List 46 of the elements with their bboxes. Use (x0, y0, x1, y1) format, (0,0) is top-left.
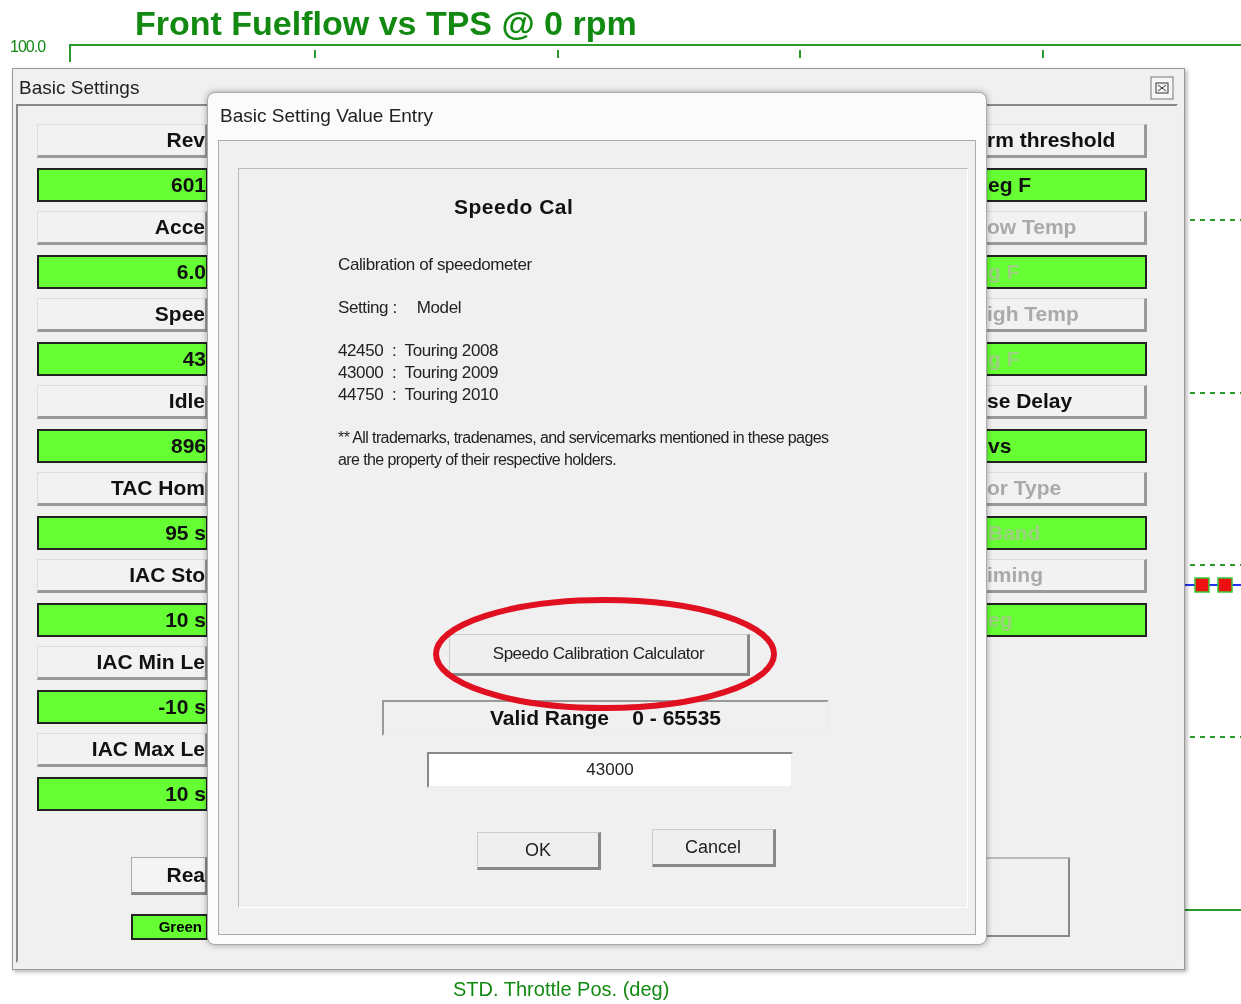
trademark-note: ** All trademarks, tradenames, and servicemarks mentioned in these pages are the property of their respective holders. (338, 428, 830, 470)
setting-value: 43 (37, 341, 208, 376)
setting-value: g F (984, 254, 1147, 289)
ok-button[interactable]: OK (477, 832, 601, 870)
close-icon[interactable] (1150, 75, 1174, 100)
setting-value: -10 s (37, 689, 208, 724)
setting-button[interactable]: Idle (37, 385, 208, 419)
setting-value: 10 s (37, 602, 208, 637)
setting-button[interactable]: IAC Sto (37, 559, 208, 593)
setting-button[interactable]: Spee (37, 298, 208, 332)
description-text: Calibration of speedometer (338, 254, 532, 276)
setting-name: Model (416, 297, 462, 319)
setting-value: g F (984, 341, 1147, 376)
dialog-title: Basic Setting Value Entry (219, 104, 434, 128)
calculator-button[interactable]: Speedo Calibration Calculator (449, 634, 750, 676)
setting-label: Setting : (338, 297, 397, 319)
setting-button[interactable]: Acce (37, 211, 208, 245)
setting-value: 896 (37, 428, 208, 463)
setting-button[interactable]: se Delay (984, 385, 1147, 419)
setting-value: vs (984, 428, 1147, 463)
valid-range-label: Valid Range 0 - 65535 (382, 700, 829, 736)
setting-value: eg F (984, 167, 1147, 202)
axis-label: 100.0 (10, 38, 46, 56)
cancel-button[interactable]: Cancel (652, 829, 776, 867)
setting-value: 10 s (37, 776, 208, 811)
chart-title: Front Fuelflow vs TPS @ 0 rpm (135, 4, 637, 43)
plot-line (1184, 909, 1241, 911)
status-badge: Green (131, 913, 208, 940)
setting-value: Band (984, 515, 1147, 550)
setting-value: 6.0 (37, 254, 208, 289)
axis-title: STD. Throttle Pos. (deg) (453, 978, 670, 1001)
setting-value: eg (984, 602, 1147, 637)
setting-button[interactable]: TAC Hom (37, 472, 208, 506)
setting-value: 601 (37, 167, 208, 202)
setting-button[interactable]: Rev (37, 124, 208, 158)
setting-value: 95 s (37, 515, 208, 550)
setting-heading: Speedo Cal (454, 195, 574, 219)
option-line: 43000 : Touring 2009 (338, 362, 499, 384)
option-line: 44750 : Touring 2010 (338, 384, 499, 406)
read-button[interactable]: Rea (131, 857, 208, 895)
setting-button[interactable]: IAC Max Le (37, 733, 208, 767)
setting-button[interactable]: rm threshold (984, 124, 1147, 158)
option-line: 42450 : Touring 2008 (338, 340, 499, 362)
value-field[interactable]: 43000 (427, 752, 793, 788)
setting-button[interactable]: IAC Min Le (37, 646, 208, 680)
window-title: Basic Settings (19, 76, 140, 99)
